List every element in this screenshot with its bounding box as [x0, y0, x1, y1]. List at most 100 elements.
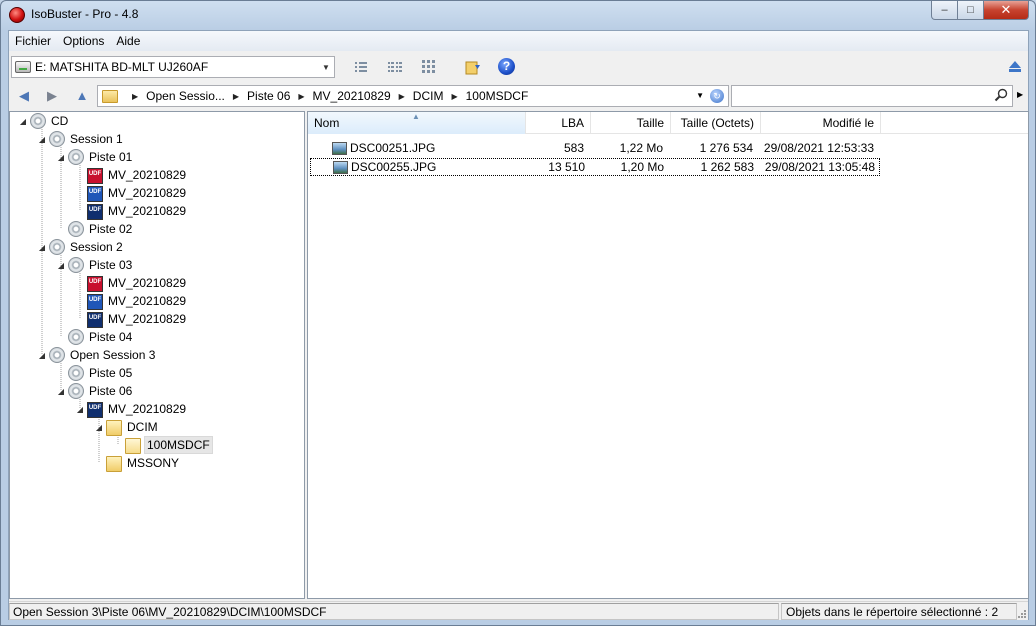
status-count: Objets dans le répertoire sélectionné : … [781, 603, 1017, 620]
chevron-right-icon[interactable]: ▶ [132, 92, 138, 101]
column-taille-octets[interactable]: Taille (Octets) [671, 112, 761, 134]
expand-triangle-icon[interactable]: ◢ [56, 261, 66, 270]
breadcrumb-item[interactable]: Piste 06 [247, 89, 290, 103]
chevron-right-icon[interactable]: ▶ [298, 92, 304, 101]
up-button[interactable]: ▲ [73, 87, 91, 105]
menu-fichier[interactable]: Fichier [9, 34, 57, 48]
expand-triangle-icon[interactable]: ◢ [18, 117, 28, 126]
tree-node[interactable]: ◢ Open Session 3 [37, 346, 157, 364]
expand-triangle-icon[interactable]: ◢ [75, 405, 85, 414]
tree-node[interactable]: ◢ Piste 01 [56, 148, 134, 166]
search-input[interactable] [731, 85, 1013, 107]
file-row[interactable]: DSC00255.JPG 13 510 1,20 Mo 1 262 583 29/08/… [310, 158, 880, 176]
expand-triangle-icon[interactable]: ◢ [37, 135, 47, 144]
column-taille[interactable]: Taille [591, 112, 671, 134]
toolbar: E: MATSHITA BD-MLT UJ260AF ▼ ? [9, 53, 1028, 81]
column-label: LBA [561, 116, 584, 130]
close-icon: ✕ [1000, 2, 1012, 17]
tree-node[interactable]: UDF MV_20210829 [75, 166, 188, 184]
drive-selector[interactable]: E: MATSHITA BD-MLT UJ260AF ▼ [11, 56, 335, 78]
view-details-icon[interactable] [387, 59, 403, 75]
tree-pane[interactable]: ◢ CD ◢ Session 1 ◢ Piste 01 UDF MV_20210829 UDF M… [9, 111, 305, 599]
back-button[interactable]: ◀ [15, 87, 33, 105]
disc-icon [49, 347, 65, 363]
title-bar[interactable]: IsoBuster - Pro - 4.8 – □ ✕ [1, 1, 1035, 29]
expand-triangle-icon[interactable]: ◢ [37, 243, 47, 252]
close-button[interactable]: ✕ [984, 1, 1029, 20]
file-bytes: 1 276 534 [699, 141, 753, 155]
disc-icon [68, 221, 84, 237]
column-modifie-le[interactable]: Modifié le [761, 112, 881, 134]
chevron-right-icon[interactable]: ▶ [399, 92, 405, 101]
tree-node-label: Session 2 [70, 240, 123, 254]
expand-triangle-icon[interactable]: ◢ [94, 423, 104, 432]
tree-node-label: MV_20210829 [108, 312, 187, 326]
view-large-icon[interactable] [421, 59, 437, 75]
column-lba[interactable]: LBA [526, 112, 591, 134]
folder-icon [106, 420, 122, 436]
extract-folder-icon[interactable] [465, 59, 481, 75]
tree-node[interactable]: ◢ Piste 03 [56, 256, 134, 274]
isobuster-logo-icon[interactable] [9, 7, 25, 23]
tree-node[interactable]: UDF MV_20210829 [75, 202, 188, 220]
tree-node[interactable]: ◢ Piste 06 [56, 382, 134, 400]
tree-node[interactable]: Piste 02 [56, 220, 134, 238]
tree-node[interactable]: ◢ UDF MV_20210829 [75, 400, 188, 418]
image-file-icon [332, 142, 347, 155]
file-list-pane[interactable]: Nom ▲ LBA Taille Taille (Octets) Modifié… [307, 111, 1029, 599]
tree-node[interactable]: Piste 04 [56, 328, 134, 346]
tree-node[interactable]: ◢ CD [18, 112, 70, 130]
chevron-down-icon[interactable]: ▼ [318, 63, 334, 72]
tree-node[interactable]: UDF MV_20210829 [75, 292, 188, 310]
expand-triangle-icon[interactable]: ◢ [56, 153, 66, 162]
breadcrumb[interactable]: ▶ Open Sessio... ▶ Piste 06 ▶ MV_2021082… [97, 85, 729, 107]
minimize-icon: – [941, 4, 948, 16]
tree-node[interactable]: UDF MV_20210829 [75, 274, 188, 292]
eject-icon[interactable] [1008, 59, 1022, 73]
file-bytes: 1 262 583 [700, 160, 754, 174]
chevron-right-icon[interactable]: ▶ [233, 92, 239, 101]
file-row[interactable]: DSC00251.JPG 583 1,22 Mo 1 276 534 29/08/202… [310, 140, 880, 158]
tree-node[interactable]: UDF MV_20210829 [75, 310, 188, 328]
chevron-right-icon[interactable]: ▶ [1017, 90, 1023, 99]
expand-triangle-icon[interactable]: ◢ [37, 351, 47, 360]
status-path: Open Session 3\Piste 06\MV_20210829\DCIM… [9, 603, 779, 620]
view-list-icon[interactable] [353, 59, 369, 75]
breadcrumb-item[interactable]: 100MSDCF [466, 89, 529, 103]
resize-grip-icon[interactable] [1016, 608, 1026, 618]
file-lba: 583 [563, 141, 584, 155]
image-file-icon [333, 161, 348, 174]
chevron-down-icon[interactable]: ▼ [696, 91, 704, 100]
tree-node[interactable]: ◢ DCIM [94, 418, 160, 436]
tree-node-label: Session 1 [70, 132, 123, 146]
breadcrumb-item[interactable]: DCIM [413, 89, 444, 103]
tree-node[interactable]: 100MSDCF [113, 436, 213, 454]
search-icon[interactable] [994, 88, 1008, 102]
tree-node[interactable]: Piste 05 [56, 364, 134, 382]
tree-node[interactable]: ◢ Session 1 [37, 130, 125, 148]
status-bar: Open Session 3\Piste 06\MV_20210829\DCIM… [9, 601, 1028, 620]
tree-node[interactable]: MSSONY [94, 454, 181, 472]
file-name: DSC00251.JPG [350, 141, 436, 155]
minimize-button[interactable]: – [931, 1, 958, 20]
column-nom[interactable]: Nom ▲ [308, 112, 526, 134]
disc-icon [68, 329, 84, 345]
expand-triangle-icon[interactable]: ◢ [56, 387, 66, 396]
refresh-icon[interactable]: ↻ [710, 89, 724, 103]
menu-options[interactable]: Options [57, 34, 110, 48]
forward-button[interactable]: ▶ [43, 87, 61, 105]
tree-node[interactable]: UDF MV_20210829 [75, 184, 188, 202]
help-icon[interactable]: ? [498, 58, 515, 75]
chevron-right-icon[interactable]: ▶ [451, 92, 457, 101]
menu-bar: Fichier Options Aide [9, 31, 1028, 51]
tree-node-label: MV_20210829 [108, 204, 187, 218]
breadcrumb-item[interactable]: Open Sessio... [146, 89, 225, 103]
maximize-button[interactable]: □ [958, 1, 984, 20]
tree-node-label: MV_20210829 [108, 168, 187, 182]
breadcrumb-item[interactable]: MV_20210829 [313, 89, 391, 103]
column-label: Taille (Octets) [680, 116, 754, 130]
udf-volume-icon: UDF [87, 185, 103, 202]
tree-node-label: MV_20210829 [108, 186, 187, 200]
tree-node[interactable]: ◢ Session 2 [37, 238, 125, 256]
menu-aide[interactable]: Aide [110, 34, 146, 48]
